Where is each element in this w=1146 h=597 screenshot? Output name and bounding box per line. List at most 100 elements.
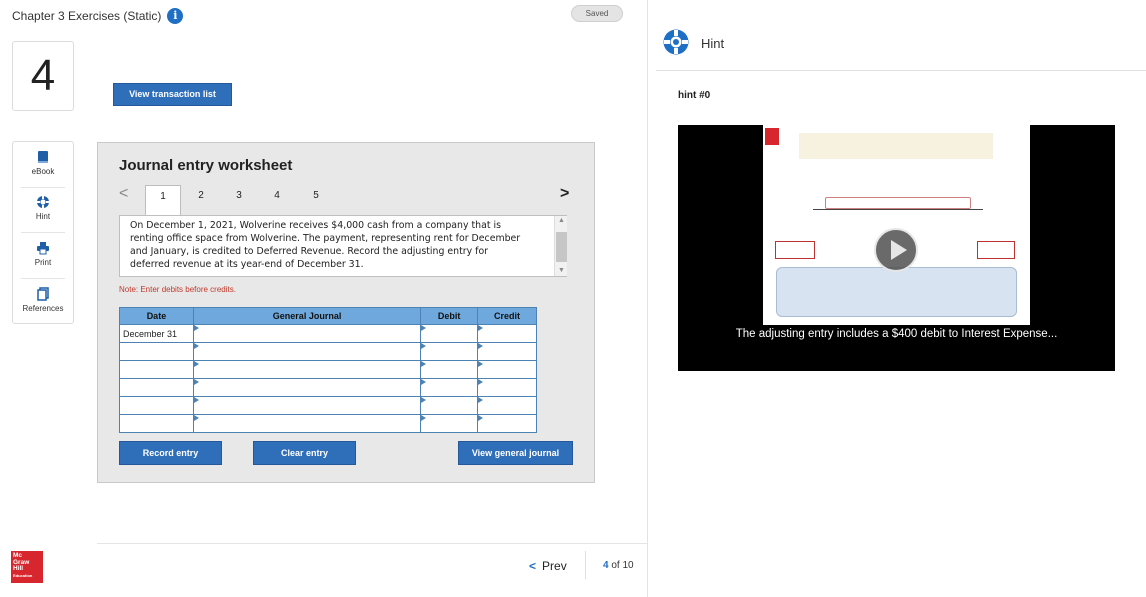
account-input[interactable] [192, 324, 422, 343]
tool-label-print: Print [34, 258, 52, 267]
scrollbar-thumb[interactable] [556, 232, 567, 262]
scroll-down-icon[interactable]: ▼ [556, 267, 567, 274]
info-icon[interactable]: i [167, 8, 184, 24]
table-row [119, 342, 537, 361]
lifebuoy-icon [663, 29, 689, 55]
entry-tab-4[interactable]: 4 [259, 185, 295, 213]
column-header-credit: Credit [477, 307, 537, 325]
tool-label-ebook: eBook [31, 167, 55, 176]
debit-input[interactable] [420, 414, 479, 433]
play-icon [891, 240, 907, 260]
transaction-description-box: On December 1, 2021, Wolverine receives … [119, 215, 567, 277]
saved-status-badge: Saved [571, 5, 623, 22]
date-cell [119, 396, 194, 415]
account-input[interactable] [192, 396, 422, 415]
credit-input[interactable] [477, 360, 537, 379]
mcgraw-hill-logo: Mc Graw Hill Education [11, 551, 43, 583]
tool-divider [21, 232, 65, 233]
slide-problem-text [799, 133, 993, 159]
question-number: 4 [12, 41, 74, 111]
entry-tab-1[interactable]: 1 [145, 185, 181, 215]
table-row [119, 396, 537, 415]
tool-divider [21, 278, 65, 279]
current-page: 4 [603, 560, 609, 571]
date-cell [119, 360, 194, 379]
hint-video-player[interactable]: The adjusting entry includes a $400 debi… [678, 125, 1115, 371]
table-row [119, 378, 537, 397]
play-button[interactable] [874, 228, 918, 272]
entry-tab-2[interactable]: 2 [183, 185, 219, 213]
account-input[interactable] [192, 378, 422, 397]
table-row [119, 360, 537, 379]
record-entry-button[interactable]: Record entry [119, 441, 222, 465]
prev-entry-chevron-icon[interactable]: < [119, 185, 128, 203]
debit-input[interactable] [420, 396, 479, 415]
print-tool[interactable]: Print [13, 241, 73, 267]
entry-tab-3[interactable]: 3 [221, 185, 257, 213]
chevron-left-icon: < [529, 559, 537, 573]
slide-timeline [825, 197, 971, 209]
credit-input[interactable] [477, 342, 537, 361]
tool-label-hint: Hint [35, 212, 51, 221]
account-input[interactable] [192, 342, 422, 361]
date-cell [119, 414, 194, 433]
printer-icon [37, 242, 49, 255]
credit-input[interactable] [477, 324, 537, 343]
hint-panel-title: Hint [701, 36, 725, 51]
slide-axis [813, 209, 983, 210]
clear-entry-button[interactable]: Clear entry [253, 441, 356, 465]
copy-icon [37, 287, 49, 301]
prev-question-button[interactable]: < Prev [529, 559, 567, 573]
tool-divider [21, 187, 65, 188]
description-scrollbar[interactable]: ▲ ▼ [554, 216, 567, 276]
book-icon [38, 151, 48, 163]
slide-interest-box [977, 241, 1015, 259]
video-slide [763, 125, 1030, 325]
debit-input[interactable] [420, 324, 479, 343]
page-total: of 10 [611, 560, 634, 571]
credit-input[interactable] [477, 414, 537, 433]
journal-entry-table: Date General Journal Debit Credit Decemb… [119, 307, 537, 433]
lifebuoy-icon [37, 196, 49, 208]
ebook-tool[interactable]: eBook [13, 150, 73, 176]
date-cell: December 31 [119, 324, 194, 343]
hint-number-label: hint #0 [678, 90, 711, 101]
view-transaction-list-button[interactable]: View transaction list [113, 83, 232, 106]
worksheet-title: Journal entry worksheet [119, 157, 293, 174]
column-header-debit: Debit [420, 307, 479, 325]
hint-tool[interactable]: Hint [13, 195, 73, 221]
account-input[interactable] [192, 360, 422, 379]
debit-input[interactable] [420, 342, 479, 361]
app-title-text: Chapter 3 Exercises (Static) [12, 9, 162, 23]
slide-principal-box [775, 241, 815, 259]
hint-header-divider [656, 70, 1146, 71]
video-caption: The adjusting entry includes a $400 debi… [735, 328, 1058, 340]
tool-label-references: References [22, 304, 64, 313]
credit-input[interactable] [477, 396, 537, 415]
references-tool[interactable]: References [13, 287, 73, 313]
account-input[interactable] [192, 414, 422, 433]
scroll-up-icon[interactable]: ▲ [556, 217, 567, 224]
table-row: December 31 [119, 324, 537, 343]
column-header-general-journal: General Journal [192, 307, 422, 325]
date-cell [119, 342, 194, 361]
table-row [119, 414, 537, 433]
credit-input[interactable] [477, 378, 537, 397]
tools-sidebar: eBook Hint Print References [12, 141, 74, 324]
footer-divider [97, 543, 647, 544]
view-general-journal-button[interactable]: View general journal [458, 441, 573, 465]
app-title: Chapter 3 Exercises (Static) i [12, 8, 184, 24]
entry-tab-5[interactable]: 5 [298, 185, 334, 213]
journal-worksheet-panel: Journal entry worksheet < 1 2 3 4 5 > On… [97, 142, 595, 483]
pagination-divider [585, 551, 586, 579]
panel-divider [647, 0, 648, 597]
slide-logo [765, 128, 779, 145]
date-cell [119, 378, 194, 397]
transaction-description: On December 1, 2021, Wolverine receives … [130, 220, 521, 270]
next-entry-chevron-icon[interactable]: > [560, 185, 569, 203]
debits-note: Note: Enter debits before credits. [119, 285, 236, 294]
debit-input[interactable] [420, 360, 479, 379]
debit-input[interactable] [420, 378, 479, 397]
slide-entry-box [776, 267, 1017, 317]
page-indicator[interactable]: 4 of 10 [603, 560, 634, 571]
